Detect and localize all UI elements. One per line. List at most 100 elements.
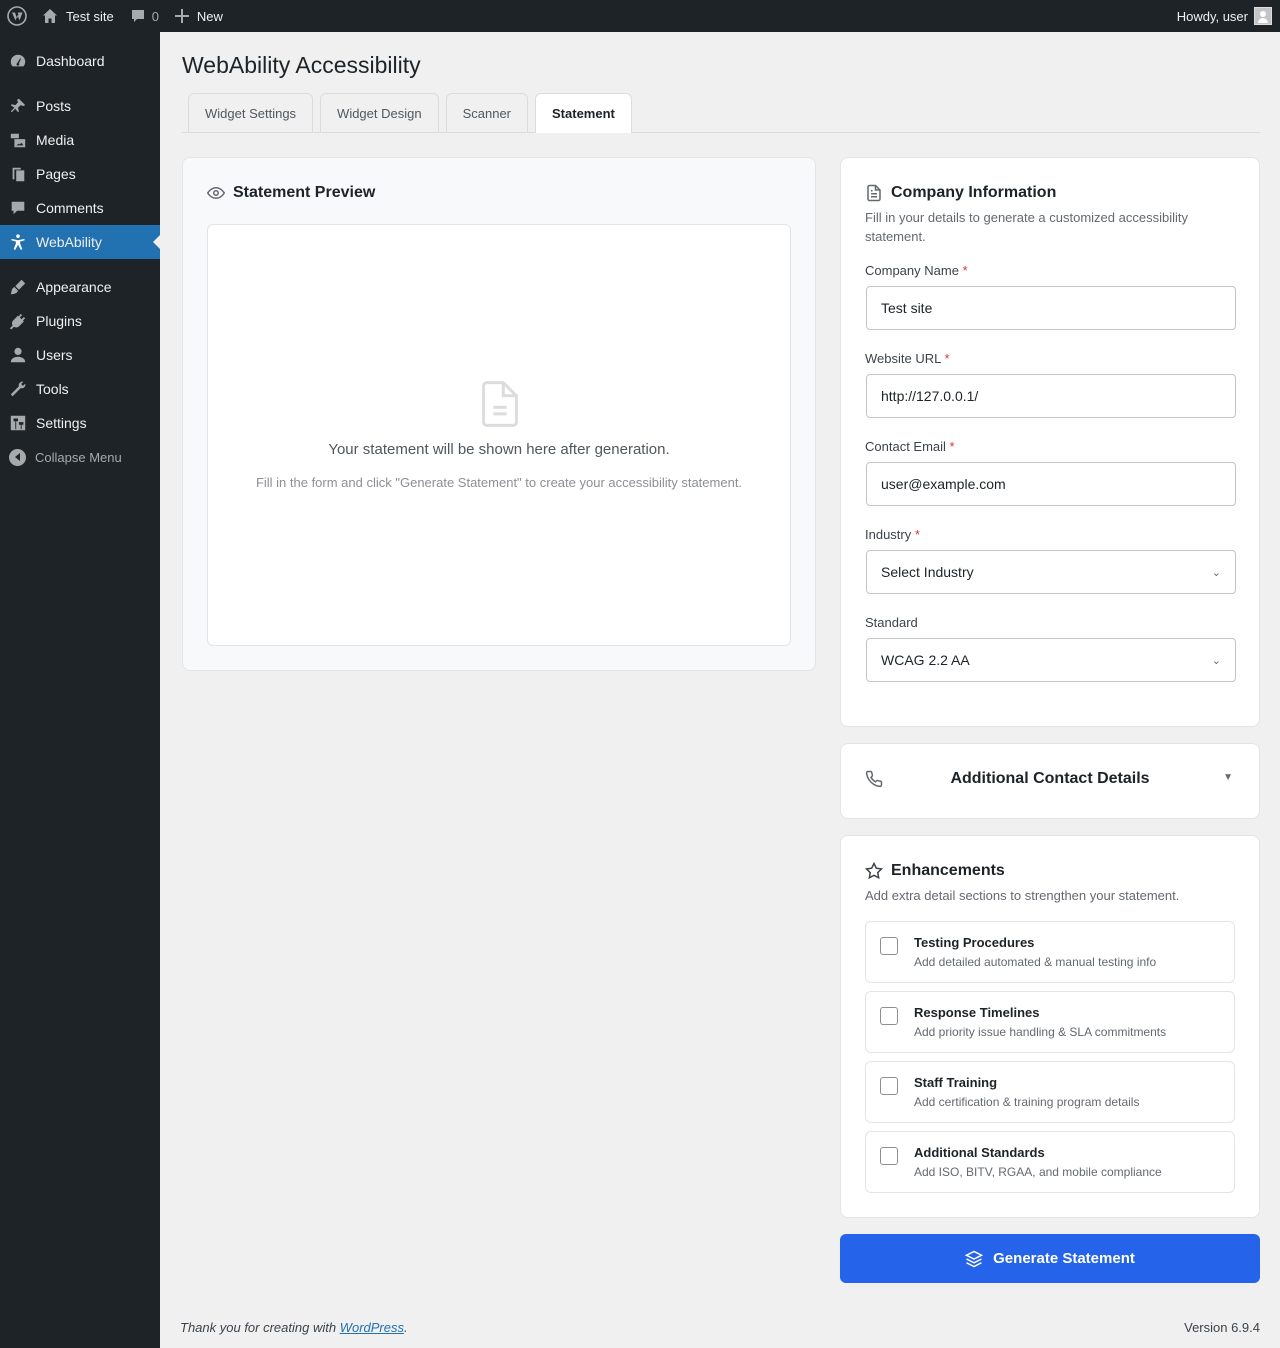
home-icon [43, 9, 57, 23]
pin-icon [9, 97, 27, 115]
standard-value: WCAG 2.2 AA [881, 652, 970, 668]
option-description: Add ISO, BITV, RGAA, and mobile complian… [914, 1165, 1162, 1179]
footer-thanks: Thank you for creating with WordPress. [180, 1320, 408, 1335]
sidebar-item-plugins[interactable]: Plugins [0, 304, 160, 338]
new-content-link[interactable]: New [167, 0, 231, 32]
industry-value: Select Industry [881, 564, 974, 580]
enhancements-card: Enhancements Add extra detail sections t… [840, 835, 1260, 1218]
chevron-down-icon: ⌄ [1211, 566, 1221, 579]
document-icon [482, 381, 518, 427]
main-content: WebAbility Accessibility Widget Settings… [160, 32, 1280, 1348]
wordpress-logo-icon[interactable] [0, 0, 34, 32]
sidebar-item-label: Media [36, 132, 75, 148]
additional-contact-card[interactable]: Additional Contact Details ▼ [840, 743, 1260, 819]
industry-label: Industry * [865, 527, 920, 542]
sidebar-item-pages[interactable]: Pages [0, 157, 160, 191]
star-icon [865, 862, 883, 880]
eye-icon [207, 186, 225, 200]
page-title: WebAbility Accessibility [182, 52, 421, 78]
contact-email-label: Contact Email * [865, 439, 955, 454]
empty-state-title: Your statement will be shown here after … [328, 441, 670, 458]
avatar [1254, 7, 1272, 25]
statement-preview-card: Statement Preview Your statement will be… [182, 157, 816, 671]
dashboard-icon [9, 52, 27, 70]
sidebar-item-media[interactable]: Media [0, 123, 160, 157]
collapse-menu-button[interactable]: Collapse Menu [0, 440, 160, 474]
sidebar-item-comments[interactable]: Comments [0, 191, 160, 225]
company-name-label: Company Name * [865, 263, 968, 278]
wrench-icon [9, 380, 27, 398]
contact-email-value: user@example.com [881, 476, 1006, 492]
sidebar-item-appearance[interactable]: Appearance [0, 270, 160, 304]
preview-area: Your statement will be shown here after … [207, 224, 791, 646]
option-response-timelines[interactable]: Response Timelines Add priority issue ha… [865, 991, 1235, 1053]
accessibility-icon [9, 233, 27, 251]
site-name-link[interactable]: Test site [34, 0, 122, 32]
sidebar-item-webability[interactable]: WebAbility [0, 225, 160, 259]
admin-bar: Test site 0 New Howdy, user [0, 0, 1280, 32]
option-description: Add detailed automated & manual testing … [914, 955, 1157, 969]
sidebar-item-label: Settings [36, 415, 87, 431]
standard-label: Standard [865, 615, 918, 630]
generate-statement-button[interactable]: Generate Statement [840, 1234, 1260, 1283]
tab-statement[interactable]: Statement [535, 93, 632, 133]
user-icon [9, 346, 27, 364]
pages-icon [9, 165, 27, 183]
preview-title: Statement Preview [233, 184, 376, 201]
account-menu[interactable]: Howdy, user [1169, 0, 1280, 32]
option-additional-standards[interactable]: Additional Standards Add ISO, BITV, RGAA… [865, 1131, 1235, 1193]
website-url-label: Website URL * [865, 351, 950, 366]
sidebar-item-dashboard[interactable]: Dashboard [0, 44, 160, 78]
comments-link[interactable]: 0 [122, 0, 167, 32]
layers-icon [965, 1250, 984, 1267]
contact-email-input[interactable]: user@example.com [866, 462, 1236, 506]
website-url-input[interactable]: http://127.0.0.1/ [866, 374, 1236, 418]
testing-procedures-checkbox[interactable] [880, 937, 898, 955]
sidebar-item-posts[interactable]: Posts [0, 89, 160, 123]
sidebar-item-label: Appearance [36, 279, 112, 295]
comment-icon [131, 10, 144, 22]
option-description: Add priority issue handling & SLA commit… [914, 1025, 1167, 1039]
company-name-value: Test site [881, 300, 933, 316]
chevron-down-icon: ⌄ [1211, 654, 1221, 667]
additional-contact-title: Additional Contact Details [950, 770, 1150, 787]
tab-widget-design[interactable]: Widget Design [320, 93, 439, 132]
brush-icon [9, 278, 27, 296]
preview-header: Statement Preview [207, 184, 375, 202]
sidebar-item-label: Plugins [36, 313, 82, 329]
new-label: New [196, 8, 223, 24]
sidebar-item-label: Users [36, 347, 73, 363]
admin-sidebar: Dashboard Posts Media Pages Comments Web… [0, 32, 160, 1348]
file-text-icon [867, 184, 881, 202]
response-timelines-checkbox[interactable] [880, 1007, 898, 1025]
sidebar-item-tools[interactable]: Tools [0, 372, 160, 406]
tab-widget-settings[interactable]: Widget Settings [188, 93, 314, 132]
staff-training-checkbox[interactable] [880, 1077, 898, 1095]
company-name-input[interactable]: Test site [866, 286, 1236, 330]
plugin-icon [9, 312, 27, 330]
option-testing-procedures[interactable]: Testing Procedures Add detailed automate… [865, 921, 1235, 983]
additional-standards-checkbox[interactable] [880, 1147, 898, 1165]
option-staff-training[interactable]: Staff Training Add certification & train… [865, 1061, 1235, 1123]
settings-icon [9, 414, 27, 432]
menu-separator [0, 259, 160, 270]
menu-separator [0, 78, 160, 89]
sidebar-item-label: Pages [36, 166, 76, 182]
sidebar-item-label: Posts [36, 98, 72, 114]
collapse-label: Collapse Menu [35, 449, 122, 465]
comments-count: 0 [151, 8, 159, 24]
collapse-icon [9, 448, 26, 466]
tab-scanner[interactable]: Scanner [445, 93, 529, 132]
option-title: Response Timelines [914, 1005, 1040, 1020]
industry-select[interactable]: Select Industry ⌄ [866, 550, 1236, 594]
sidebar-item-settings[interactable]: Settings [0, 406, 160, 440]
option-title: Testing Procedures [914, 935, 1035, 950]
sidebar-item-users[interactable]: Users [0, 338, 160, 372]
wordpress-link[interactable]: WordPress [340, 1320, 404, 1335]
media-icon [9, 131, 27, 149]
sidebar-item-label: Dashboard [36, 53, 105, 69]
option-title: Additional Standards [914, 1145, 1045, 1160]
comment-icon [9, 199, 27, 217]
company-information-card: Company Information Fill in your details… [840, 157, 1260, 727]
standard-select[interactable]: WCAG 2.2 AA ⌄ [866, 638, 1236, 682]
